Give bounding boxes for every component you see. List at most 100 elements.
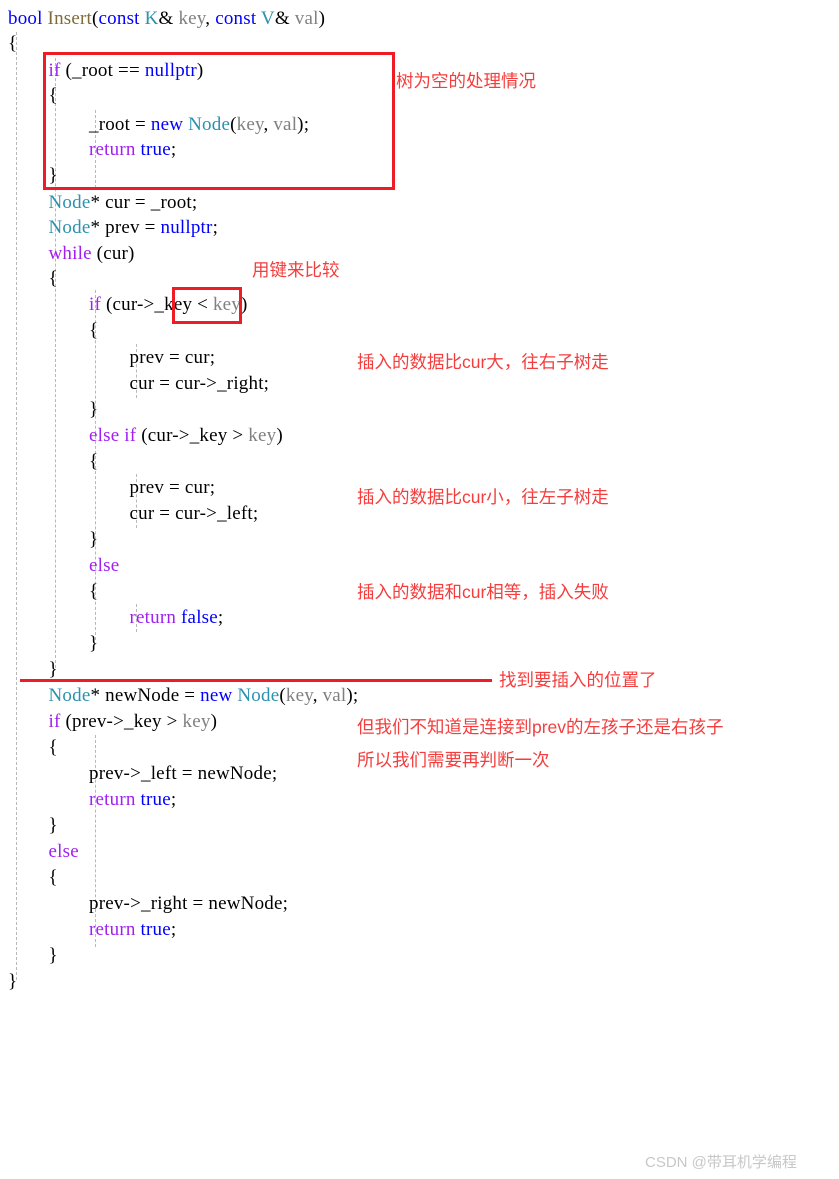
code-token-plain: } [48,945,58,966]
code-line: prev->_left = newNode; [89,761,277,787]
code-token-kw: if [89,294,102,315]
code-line: return true; [89,917,176,943]
code-token-type: bool [8,8,43,29]
code-line: { [49,83,58,109]
code-line: return false; [130,605,224,631]
code-line: } [89,397,98,423]
code-line: return true; [89,787,176,813]
code-token-plain: ; [212,217,219,238]
code-token-plain: (prev->_key > [60,711,183,732]
code-token-plain: prev = cur; [129,347,216,368]
code-line: return true; [89,137,176,163]
code-token-type: new [150,114,184,135]
code-line: bool Insert(const K& key, const V& val) [8,6,325,32]
code-token-cls: V [260,8,275,29]
code-token-kw: else [89,555,120,576]
code-token-plain: ) [241,294,248,315]
code-line: else if (cur->_key > key) [89,423,283,449]
code-token-type: new [200,685,233,706]
code-token-cls: Node [48,217,91,238]
code-token-plain: { [8,33,18,54]
code-token-kw: return [89,919,136,940]
code-line: Node* newNode = new Node(key, val); [49,683,359,709]
code-token-plain: { [89,581,99,602]
code-line: cur = cur->_right; [130,371,270,397]
code-line: } [89,527,98,553]
code-token-kw: else [89,425,120,446]
indent-guide [55,58,56,668]
code-token-kw: return [89,139,136,160]
code-line: else [49,839,79,865]
code-token-plain: } [89,633,99,654]
code-canvas: bool Insert(const K& key, const V& val){… [0,0,839,1179]
code-token-plain: } [89,399,99,420]
code-token-type: nullptr [144,60,197,81]
code-token-plain: & [158,8,179,29]
code-token-plain: (cur->_key < [101,294,213,315]
csdn-watermark: CSDN @带耳机学编程 [645,1154,797,1171]
code-token-param: val [294,8,319,29]
code-line: prev->_right = newNode; [89,891,288,917]
code-token-plain: ; [170,919,177,940]
code-line: if (prev->_key > key) [49,709,218,735]
code-token-kw: if [48,711,61,732]
code-line: { [49,735,58,761]
code-token-plain: (cur) [91,243,135,264]
code-token-plain: , [263,114,274,135]
code-line: Node* cur = _root; [49,190,198,216]
code-token-plain: { [48,737,58,758]
code-token-type: const [215,8,257,29]
code-token-fn: Insert [47,8,93,29]
code-token-cls: Node [237,685,280,706]
code-line: } [49,163,58,189]
code-line: if (_root == nullptr) [49,58,204,84]
code-token-param: key [285,685,313,706]
code-token-plain: cur = cur->_left; [129,503,259,524]
code-token-type: true [140,789,171,810]
code-token-plain: } [8,971,18,992]
code-token-cls: Node [48,192,91,213]
code-token-plain: } [48,659,58,680]
code-line: prev = cur; [130,345,216,371]
code-token-param: val [273,114,298,135]
code-token-param: key [182,711,211,732]
code-token-plain: cur = cur->_right; [129,373,270,394]
code-token-plain: ); [346,685,359,706]
code-line: { [89,449,98,475]
code-token-param: key [248,425,277,446]
code-token-plain: prev->_left = newNode; [89,763,278,784]
code-token-kw: return [129,607,177,628]
code-token-plain: ) [276,425,283,446]
code-line: } [49,943,58,969]
code-token-plain: * newNode = [90,685,201,706]
code-token-type: true [140,919,171,940]
code-token-param: val [322,685,347,706]
code-token-param: key [236,114,264,135]
code-token-plain: & [274,8,295,29]
code-line: { [89,318,98,344]
code-token-plain: , [312,685,323,706]
code-line: } [89,631,98,657]
code-token-plain: { [48,85,58,106]
code-line: prev = cur; [130,475,216,501]
code-token-param: key [212,294,242,315]
code-token-plain: (cur->_key > [136,425,249,446]
code-token-plain: ) [196,60,204,81]
code-line: else [89,553,119,579]
code-token-type: nullptr [160,217,213,238]
code-token-plain: { [89,320,99,341]
code-line: { [49,266,58,292]
code-token-plain: ; [170,789,177,810]
code-token-type: const [98,8,140,29]
code-token-kw: while [48,243,92,264]
code-line: } [8,969,17,995]
code-token-cls: Node [188,114,231,135]
code-token-cls: Node [48,685,91,706]
code-line: Node* prev = nullptr; [49,215,219,241]
code-token-plain: * cur = _root; [90,192,198,213]
indent-guide [16,32,17,980]
code-token-kw: else [48,841,79,862]
code-token-plain: { [48,268,58,289]
code-token-plain: ; [217,607,224,628]
code-token-cls: K [144,8,159,29]
